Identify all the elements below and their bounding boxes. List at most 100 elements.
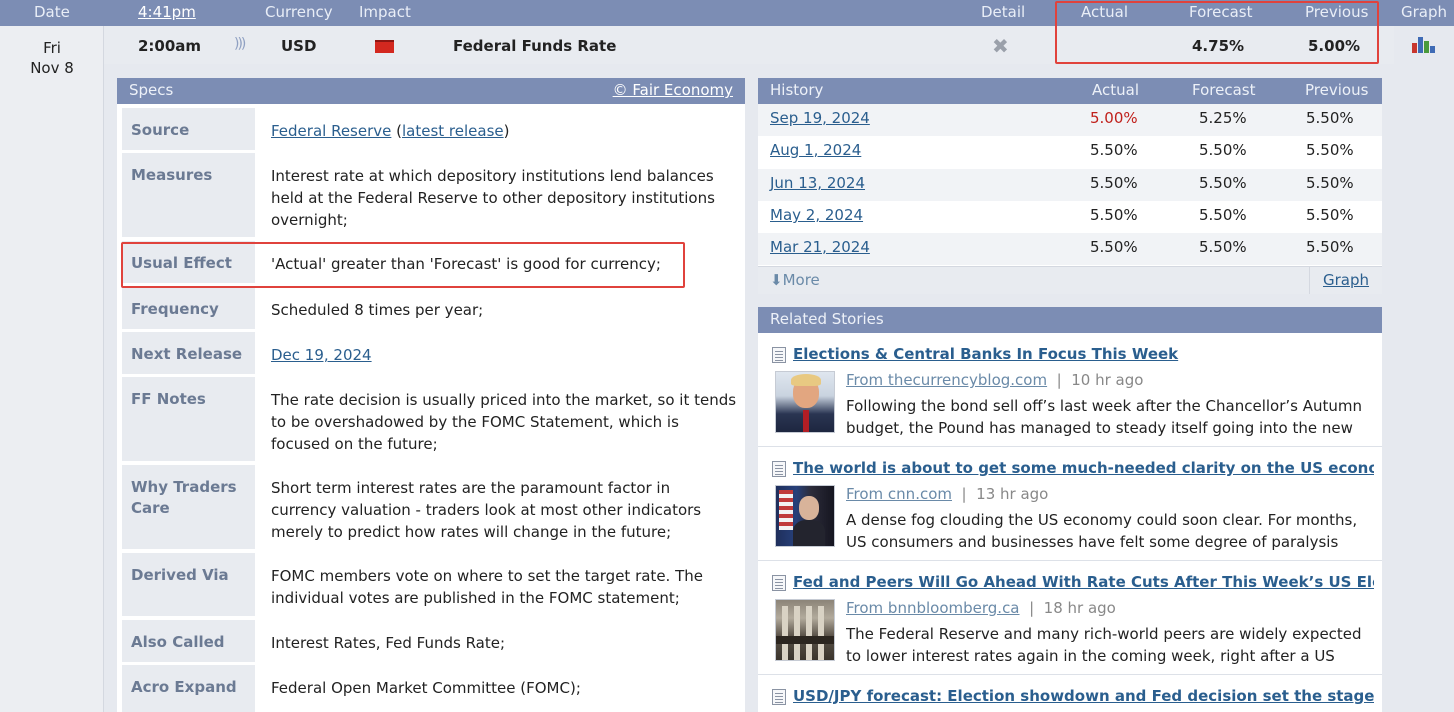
history-previous: 5.50% xyxy=(1306,109,1354,127)
history-actual: 5.50% xyxy=(1090,174,1138,192)
story-summary: The Federal Reserve and many rich-world … xyxy=(846,625,1362,665)
story-thumbnail[interactable] xyxy=(775,371,835,433)
story-source-link[interactable]: From bnnbloomberg.ca xyxy=(846,599,1020,617)
story-title-link[interactable]: The world is about to get some much-need… xyxy=(793,459,1374,477)
history-panel: History Actual Forecast Previous Sep 19,… xyxy=(758,78,1382,294)
history-actual: 5.50% xyxy=(1090,238,1138,256)
story-meta: From thecurrencyblog.com | 10 hr ago xyxy=(846,371,1143,389)
history-footer: ⬇More Graph xyxy=(758,266,1382,294)
article-icon xyxy=(772,689,786,705)
spec-row-source: Source Federal Reserve (latest release) xyxy=(117,108,745,150)
current-time-link[interactable]: 4:41pm xyxy=(138,3,196,21)
event-date-text: Nov 8 xyxy=(30,59,74,77)
history-header: History Actual Forecast Previous xyxy=(758,78,1382,104)
story-thumbnail[interactable] xyxy=(775,599,835,661)
bar-graph-icon[interactable] xyxy=(1412,35,1436,53)
spec-row-why-traders-care: Why Traders Care Short term interest rat… xyxy=(117,465,745,549)
meta-separator: | xyxy=(1056,371,1062,389)
federal-reserve-link[interactable]: Federal Reserve xyxy=(271,122,391,140)
story-item: USD/JPY forecast: Election showdown and … xyxy=(758,675,1382,712)
story-title-link[interactable]: Fed and Peers Will Go Ahead With Rate Cu… xyxy=(793,573,1374,591)
history-row: Sep 19, 2024 5.00% 5.25% 5.50% xyxy=(758,104,1382,136)
history-forecast: 5.25% xyxy=(1199,109,1247,127)
event-date: Fri Nov 8 xyxy=(0,38,104,78)
history-row: Jun 13, 2024 5.50% 5.50% 5.50% xyxy=(758,169,1382,201)
history-graph-link[interactable]: Graph xyxy=(1323,271,1369,289)
story-source-link[interactable]: From cnn.com xyxy=(846,485,952,503)
spec-label: Also Called xyxy=(122,620,255,662)
more-button[interactable]: ⬇More xyxy=(770,271,820,289)
spec-label: Measures xyxy=(122,153,255,237)
paren-close: ) xyxy=(503,122,510,140)
history-actual: 5.50% xyxy=(1090,141,1138,159)
history-row: Aug 1, 2024 5.50% 5.50% 5.50% xyxy=(758,136,1382,168)
red-folder-icon[interactable] xyxy=(375,40,394,53)
history-actual: 5.00% xyxy=(1090,109,1138,127)
history-previous: 5.50% xyxy=(1306,141,1354,159)
story-age: 18 hr ago xyxy=(1043,599,1116,617)
history-forecast: 5.50% xyxy=(1199,238,1247,256)
paren-open: ( xyxy=(391,122,402,140)
fair-economy-link[interactable]: © Fair Economy xyxy=(613,81,733,99)
sound-icon[interactable]: ))) xyxy=(234,36,246,52)
story-source-link[interactable]: From thecurrencyblog.com xyxy=(846,371,1047,389)
history-date-link[interactable]: Mar 21, 2024 xyxy=(770,238,870,256)
story-item: The world is about to get some much-need… xyxy=(758,447,1382,561)
story-thumbnail[interactable] xyxy=(775,485,835,547)
event-name[interactable]: Federal Funds Rate xyxy=(453,37,616,55)
story-summary: Following the bond sell off’s last week … xyxy=(846,397,1363,437)
history-previous: 5.50% xyxy=(1306,174,1354,192)
spec-value: FOMC members vote on where to set the ta… xyxy=(271,567,703,607)
meta-separator: | xyxy=(1029,599,1035,617)
story-age: 13 hr ago xyxy=(976,485,1049,503)
history-date-link[interactable]: Aug 1, 2024 xyxy=(770,141,861,159)
meta-separator: | xyxy=(961,485,967,503)
specs-header: Specs © Fair Economy xyxy=(117,78,745,104)
history-col-previous: Previous xyxy=(1305,81,1369,99)
next-release-link[interactable]: Dec 19, 2024 xyxy=(271,346,372,364)
col-currency: Currency xyxy=(265,3,333,21)
close-detail-icon[interactable]: ✖ xyxy=(992,34,1009,58)
history-date-link[interactable]: Jun 13, 2024 xyxy=(770,174,865,192)
spec-value: Dec 19, 2024 xyxy=(271,344,737,366)
highlight-values-box xyxy=(1055,1,1379,64)
history-forecast: 5.50% xyxy=(1199,206,1247,224)
spec-row-measures: Measures Interest rate at which deposito… xyxy=(117,153,745,237)
spec-label: Frequency xyxy=(122,287,255,329)
spec-value: Short term interest rates are the paramo… xyxy=(271,479,702,541)
story-title-link[interactable]: Elections & Central Banks In Focus This … xyxy=(793,345,1374,363)
spec-row-next-release: Next Release Dec 19, 2024 xyxy=(117,332,745,374)
story-summary: A dense fog clouding the US economy coul… xyxy=(846,511,1358,551)
col-detail: Detail xyxy=(981,3,1026,21)
history-col-actual: Actual xyxy=(1092,81,1139,99)
spec-row-derived-via: Derived Via FOMC members vote on where t… xyxy=(117,553,745,616)
spec-label: Source xyxy=(122,108,255,150)
history-date-link[interactable]: May 2, 2024 xyxy=(770,206,863,224)
spec-value: The rate decision is usually priced into… xyxy=(271,391,737,453)
history-title: History xyxy=(770,81,824,99)
history-date-link[interactable]: Sep 19, 2024 xyxy=(770,109,870,127)
event-currency: USD xyxy=(281,37,317,55)
event-time: 2:00am xyxy=(138,37,202,55)
story-item: Fed and Peers Will Go Ahead With Rate Cu… xyxy=(758,561,1382,675)
story-title-link[interactable]: USD/JPY forecast: Election showdown and … xyxy=(793,687,1374,705)
history-previous: 5.50% xyxy=(1306,238,1354,256)
spec-label: Derived Via xyxy=(122,553,255,616)
spec-row-frequency: Frequency Scheduled 8 times per year; xyxy=(117,287,745,329)
download-arrow-icon: ⬇ xyxy=(770,271,783,289)
spec-value: Federal Reserve (latest release) xyxy=(271,120,737,142)
spec-label: Next Release xyxy=(122,332,255,374)
story-item: Elections & Central Banks In Focus This … xyxy=(758,333,1382,447)
highlight-usual-effect-box xyxy=(121,242,685,288)
history-forecast: 5.50% xyxy=(1199,174,1247,192)
specs-panel: Specs © Fair Economy Source Federal Rese… xyxy=(117,78,745,712)
latest-release-link[interactable]: latest release xyxy=(402,122,504,140)
history-actual: 5.50% xyxy=(1090,206,1138,224)
spec-row-acro-expand: Acro Expand Federal Open Market Committe… xyxy=(117,665,745,712)
related-stories-panel: Related Stories Elections & Central Bank… xyxy=(758,307,1382,712)
event-day: Fri xyxy=(43,39,61,57)
footer-divider xyxy=(1309,267,1310,294)
article-icon xyxy=(772,575,786,591)
col-date: Date xyxy=(34,3,70,21)
article-icon xyxy=(772,347,786,363)
